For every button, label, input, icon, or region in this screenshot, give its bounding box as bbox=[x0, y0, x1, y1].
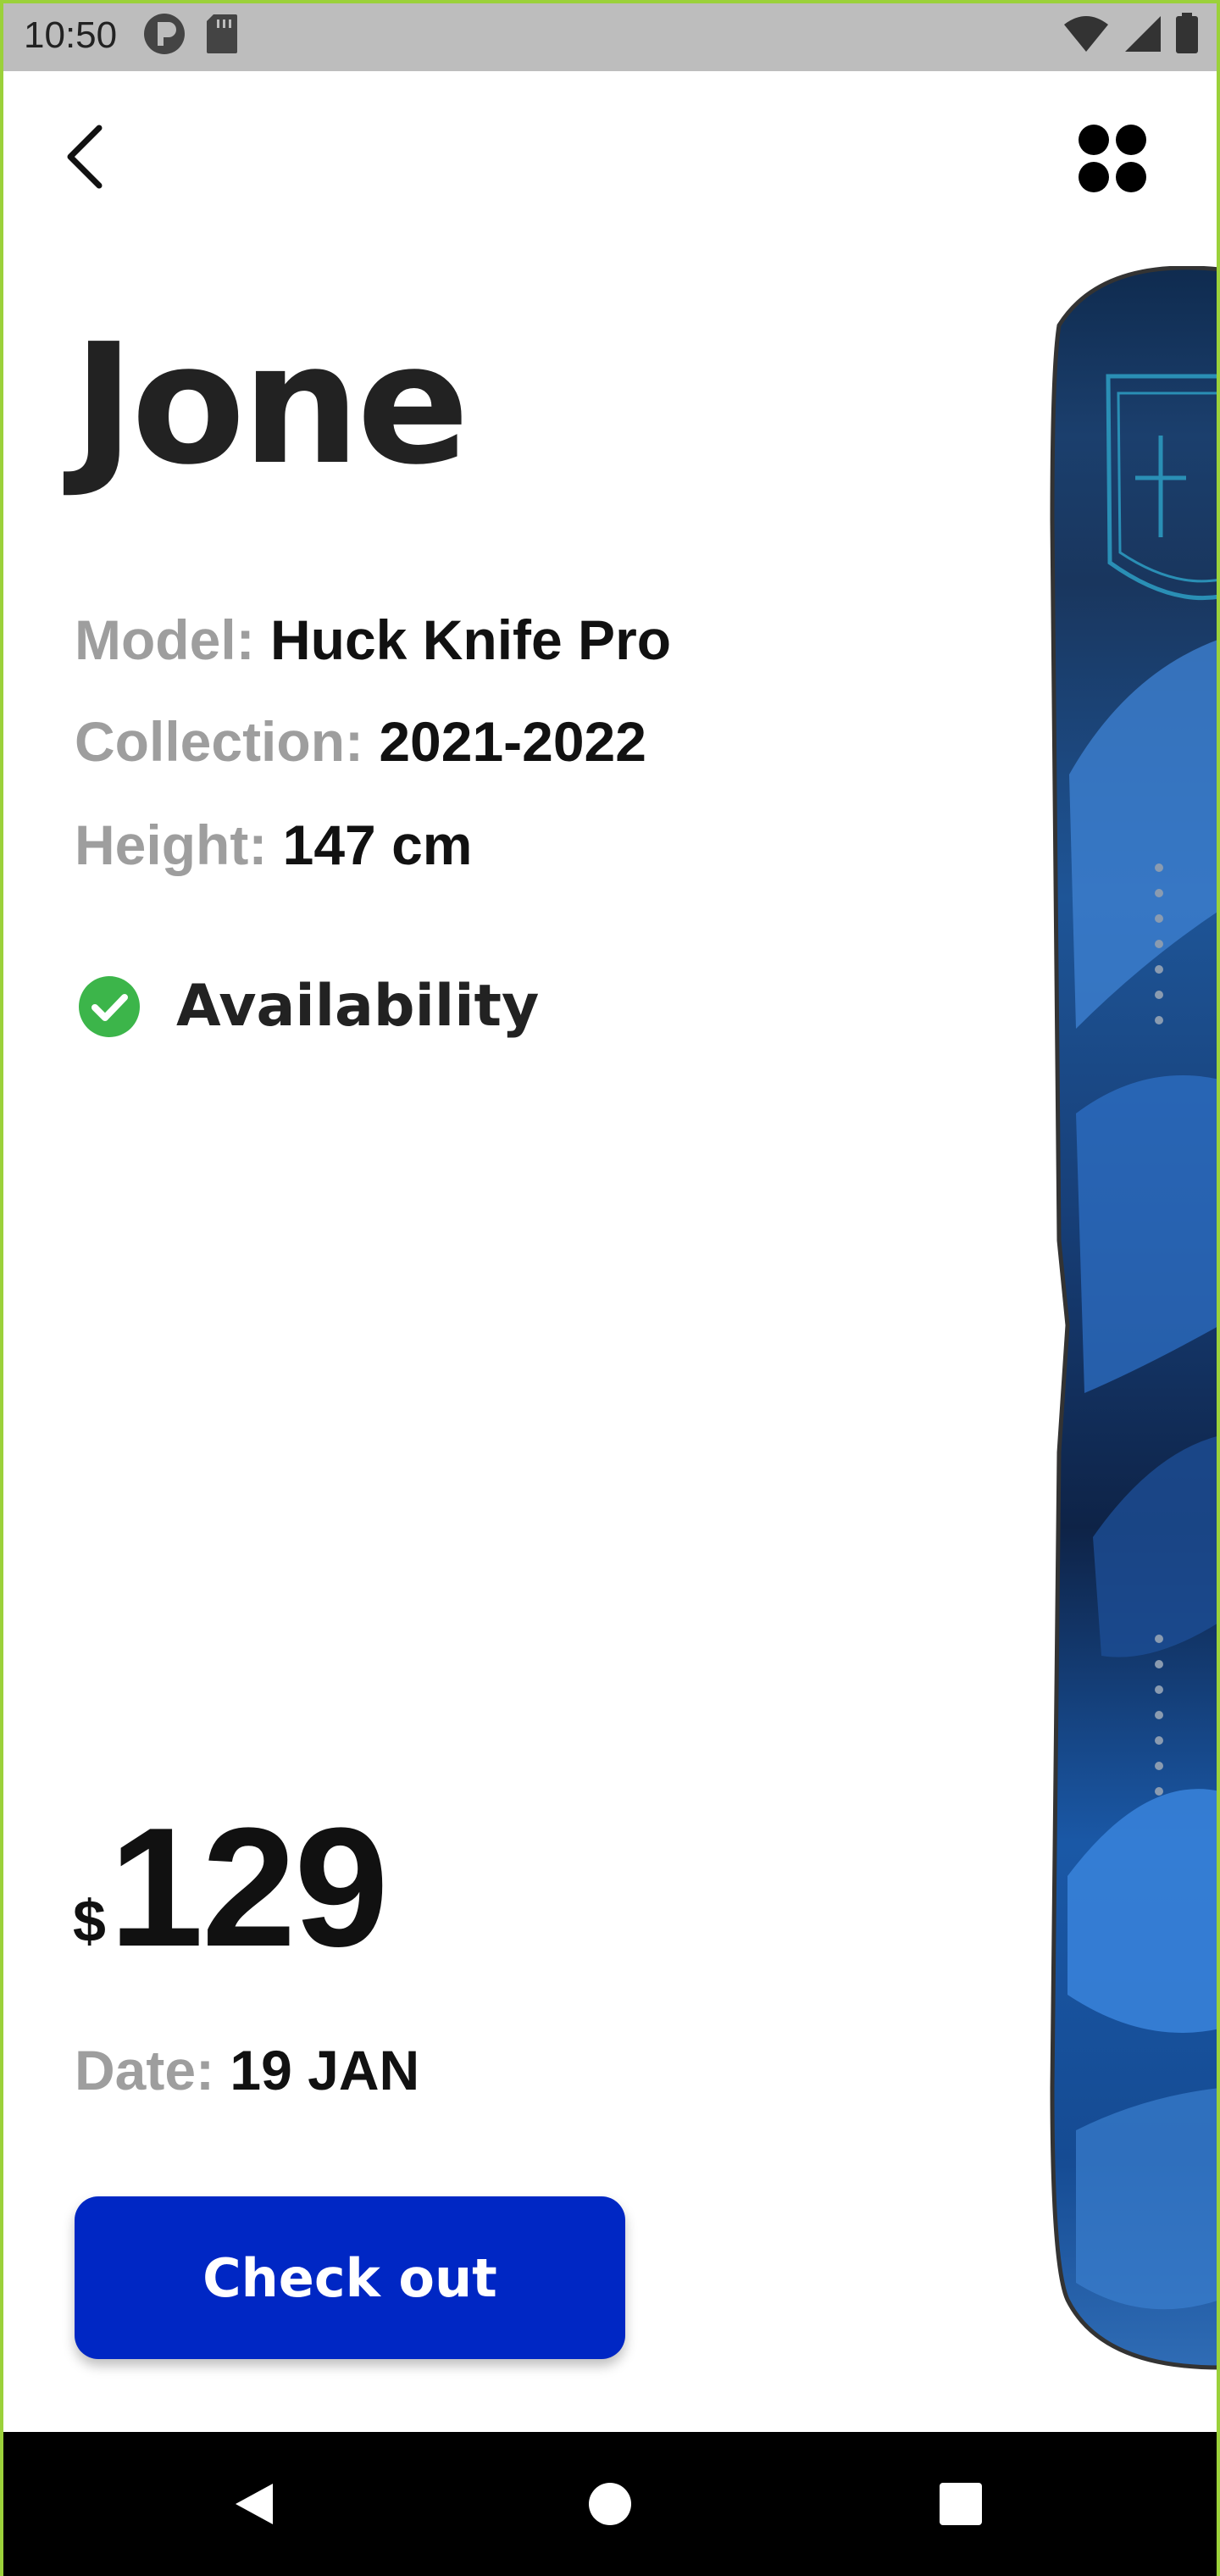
nav-recents-button[interactable] bbox=[893, 2432, 1029, 2576]
system-nav-bar bbox=[0, 2432, 1220, 2576]
snowboard-image bbox=[974, 265, 1220, 2371]
model-value: Huck Knife Pro bbox=[269, 608, 672, 671]
model-row: Model: Huck Knife Pro bbox=[75, 612, 671, 668]
check-circle-icon bbox=[79, 975, 140, 1037]
battery-icon bbox=[1174, 13, 1200, 58]
collection-value: 2021-2022 bbox=[379, 710, 646, 773]
availability-indicator: Availability bbox=[78, 973, 539, 1040]
status-icons-right bbox=[1062, 0, 1200, 71]
collection-label: Collection: bbox=[75, 710, 363, 773]
product-title: Jone bbox=[73, 308, 469, 502]
price: $ 129 bbox=[73, 1793, 389, 1982]
status-icons-left bbox=[142, 12, 239, 59]
sd-card-icon bbox=[205, 13, 239, 58]
four-dots-menu-icon bbox=[1079, 125, 1146, 192]
height-row: Height: 147 cm bbox=[75, 817, 473, 873]
nav-home-button[interactable] bbox=[542, 2432, 678, 2576]
height-label: Height: bbox=[75, 813, 268, 876]
privacy-icon bbox=[142, 12, 186, 59]
date-label: Date: bbox=[75, 2039, 215, 2101]
back-button[interactable] bbox=[51, 119, 119, 195]
signal-icon bbox=[1122, 14, 1162, 57]
menu-button[interactable] bbox=[1066, 112, 1159, 205]
date-row: Date: 19 JAN bbox=[75, 2042, 419, 2098]
recents-square-icon bbox=[940, 2483, 982, 2525]
back-triangle-icon bbox=[236, 2484, 273, 2524]
status-bar: 10:50 bbox=[0, 0, 1220, 71]
back-arrow-icon bbox=[67, 125, 103, 189]
availability-label: Availability bbox=[176, 973, 540, 1040]
price-currency: $ bbox=[73, 1888, 106, 1954]
wifi-icon bbox=[1062, 14, 1110, 57]
status-time: 10:50 bbox=[24, 14, 118, 56]
nav-back-button[interactable] bbox=[186, 2432, 322, 2576]
price-amount: 129 bbox=[108, 1793, 389, 1982]
collection-row: Collection: 2021-2022 bbox=[75, 713, 646, 769]
home-circle-icon bbox=[589, 2483, 631, 2525]
date-value: 19 JAN bbox=[230, 2039, 420, 2101]
checkout-button[interactable]: Check out bbox=[75, 2196, 625, 2359]
model-label: Model: bbox=[75, 608, 255, 671]
height-value: 147 cm bbox=[282, 813, 473, 876]
